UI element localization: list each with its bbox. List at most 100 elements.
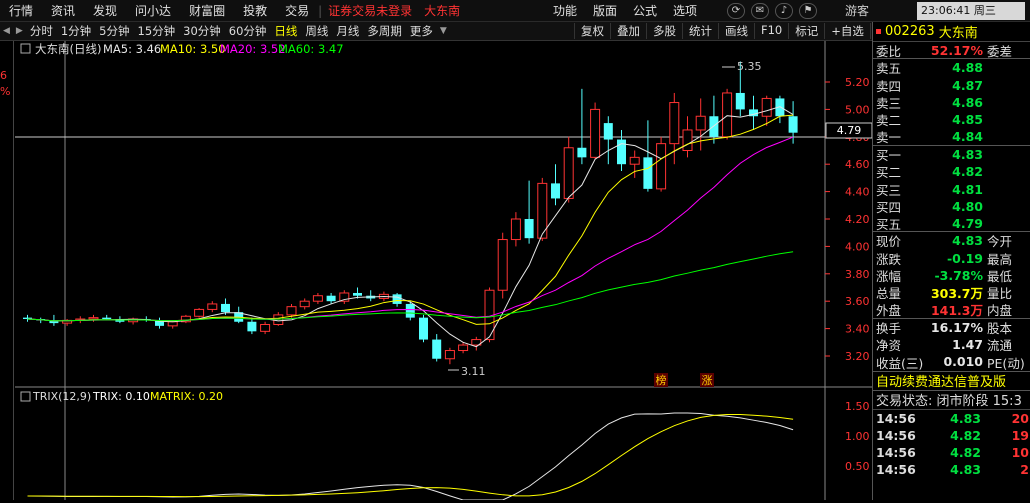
ma5-label: MA5: 3.46 <box>103 42 161 56</box>
trade-login-notice[interactable]: 证券交易未登录 <box>322 2 418 19</box>
menu-item-quotes[interactable]: 行情 <box>0 2 42 19</box>
ask-price: 4.86 <box>952 95 983 111</box>
current-stock-notice[interactable]: 大东南 <box>418 2 466 19</box>
ask-row[interactable]: 卖四 4.87 <box>873 77 1030 94</box>
f10-button[interactable]: F10 <box>754 23 788 39</box>
candle-body-down <box>643 157 653 189</box>
tick-volume: 2 <box>1020 461 1029 477</box>
stat2-label: 净资 <box>876 338 902 354</box>
more-dropdown-icon[interactable]: ▼ <box>437 26 450 36</box>
tick-volume: 10 <box>1011 444 1029 460</box>
draw-line-button[interactable]: 画线 <box>718 23 754 39</box>
overlay-button[interactable]: 叠加 <box>610 23 646 39</box>
guest-label[interactable]: 游客 <box>845 2 869 19</box>
period-tab-1min[interactable]: 1分钟 <box>57 23 95 39</box>
menu-item-trade[interactable]: 交易 <box>276 2 318 19</box>
period-tab-15min[interactable]: 15分钟 <box>134 23 180 39</box>
tick-row: 14:56 4.83 2 <box>873 461 1030 478</box>
candle-body-up <box>669 102 680 145</box>
mark-button[interactable]: 标记 <box>788 23 824 39</box>
period-tab-daily[interactable]: 日线 <box>270 23 301 39</box>
bid-row[interactable]: 买一 4.83 <box>873 146 1030 163</box>
candle-body-up <box>286 306 297 316</box>
quote-panel: 002263 大东南 委比 52.17% 委差 卖五 4.88 卖四 4.87 卖三 4.… <box>872 22 1030 500</box>
menu-item-layout[interactable]: 版面 <box>585 2 625 19</box>
period-tab-monthly[interactable]: 月线 <box>332 23 363 39</box>
stock-name: 大东南 <box>938 26 978 41</box>
bid-row[interactable]: 买五 4.79 <box>873 215 1030 233</box>
candle-body-up <box>444 350 455 360</box>
left-side-strip: 6 % <box>0 41 14 500</box>
period-tab-multi[interactable]: 多周期 <box>363 23 406 39</box>
multi-stock-button[interactable]: 多股 <box>646 23 682 39</box>
chart-background <box>15 41 872 500</box>
mail-icon[interactable]: ✉ <box>751 2 769 19</box>
menu-item-ask[interactable]: 问小达 <box>126 2 180 19</box>
next-arrow-icon[interactable]: ▶ <box>13 26 26 36</box>
prev-arrow-icon[interactable]: ◀ <box>0 26 13 36</box>
kline-chart[interactable]: 5.205.004.804.604.404.204.003.803.603.40… <box>15 41 873 501</box>
refresh-icon[interactable]: ⟳ <box>727 2 745 19</box>
stat2-value: 1.47 <box>952 337 983 353</box>
menu-item-formula[interactable]: 公式 <box>625 2 665 19</box>
candle-body-up <box>510 218 521 241</box>
candle-body-up <box>88 317 99 320</box>
period-tab-more[interactable]: 更多 <box>406 23 437 39</box>
tick-row: 14:56 4.82 19 <box>873 427 1030 444</box>
weibi-value: 52.17% <box>930 42 983 58</box>
ask-label: 卖五 <box>876 61 902 77</box>
add-watchlist-button[interactable]: +自选 <box>824 23 870 39</box>
tick-volume: 20 <box>1011 410 1029 426</box>
menu-item-discover[interactable]: 发现 <box>84 2 126 19</box>
flag-icon[interactable]: ⚑ <box>799 2 817 19</box>
quote-header[interactable]: 002263 大东南 <box>873 22 1030 42</box>
candle-body-down <box>353 292 362 296</box>
chart-title: 大东南(日线) <box>35 42 101 56</box>
stat2-value: 0.010 <box>943 354 983 370</box>
badge-rise-text: 涨 <box>702 374 713 387</box>
ma60-label: MA60: 3.47 <box>278 42 344 56</box>
price-tick-label: 5.20 <box>845 76 870 89</box>
stat-label: 外盘 <box>876 303 902 319</box>
candle-body-down <box>419 317 428 340</box>
period-tab-intraday[interactable]: 分时 <box>26 23 57 39</box>
ask-row[interactable]: 卖一 4.84 <box>873 128 1030 146</box>
stats-list: 现价 4.83 今开 涨跌 -0.19 最高 涨幅 -3.78% 最低 总量 303.7万 量比 外盘 1… <box>873 232 1030 319</box>
candle-body-down <box>735 92 745 110</box>
period-tab-30min[interactable]: 30分钟 <box>179 23 225 39</box>
candle-body-up <box>273 314 284 325</box>
menu-item-options[interactable]: 选项 <box>665 2 705 19</box>
price-tick-label: 4.20 <box>845 213 870 226</box>
ma20-label: MA20: 3.52 <box>220 42 286 56</box>
menu-item-invest-edu[interactable]: 投教 <box>234 2 276 19</box>
statistics-button[interactable]: 统计 <box>682 23 718 39</box>
ask-row[interactable]: 卖二 4.85 <box>873 111 1030 128</box>
stat-label: 涨跌 <box>876 251 902 267</box>
menu-item-function[interactable]: 功能 <box>545 2 585 19</box>
period-tab-5min[interactable]: 5分钟 <box>95 23 133 39</box>
period-tab-weekly[interactable]: 周线 <box>301 23 332 39</box>
menu-item-wealth[interactable]: 财富圈 <box>180 2 234 19</box>
stat2-right-label: PE(动) <box>987 355 1025 371</box>
adjust-button[interactable]: 复权 <box>574 23 610 39</box>
candle-body-up <box>299 300 310 308</box>
weibi-label: 委比 <box>876 43 902 59</box>
bell-icon[interactable]: ♪ <box>775 2 793 19</box>
period-tab-60min[interactable]: 60分钟 <box>225 23 271 39</box>
left-strip-percent: % <box>0 85 11 98</box>
stat-label: 现价 <box>876 234 902 250</box>
ask-row[interactable]: 卖五 4.88 <box>873 59 1030 76</box>
tick-row: 14:56 4.82 10 <box>873 444 1030 461</box>
menu-item-news[interactable]: 资讯 <box>42 2 84 19</box>
bid-row[interactable]: 买三 4.81 <box>873 180 1030 198</box>
promo-banner[interactable]: 自动续费通达信普及版 <box>873 370 1030 391</box>
stat-label: 涨幅 <box>876 269 902 285</box>
bid-row[interactable]: 买二 4.82 <box>873 163 1030 180</box>
stat2-row: 净资 1.47 流通 <box>873 336 1030 353</box>
bid-row[interactable]: 买四 4.80 <box>873 198 1030 215</box>
chart-area[interactable]: 5.205.004.804.604.404.204.003.803.603.40… <box>15 41 873 501</box>
ask-row[interactable]: 卖三 4.86 <box>873 94 1030 111</box>
tick-volume: 19 <box>1011 427 1029 443</box>
candle-body-down <box>524 219 534 239</box>
candle-body-up <box>207 303 218 310</box>
